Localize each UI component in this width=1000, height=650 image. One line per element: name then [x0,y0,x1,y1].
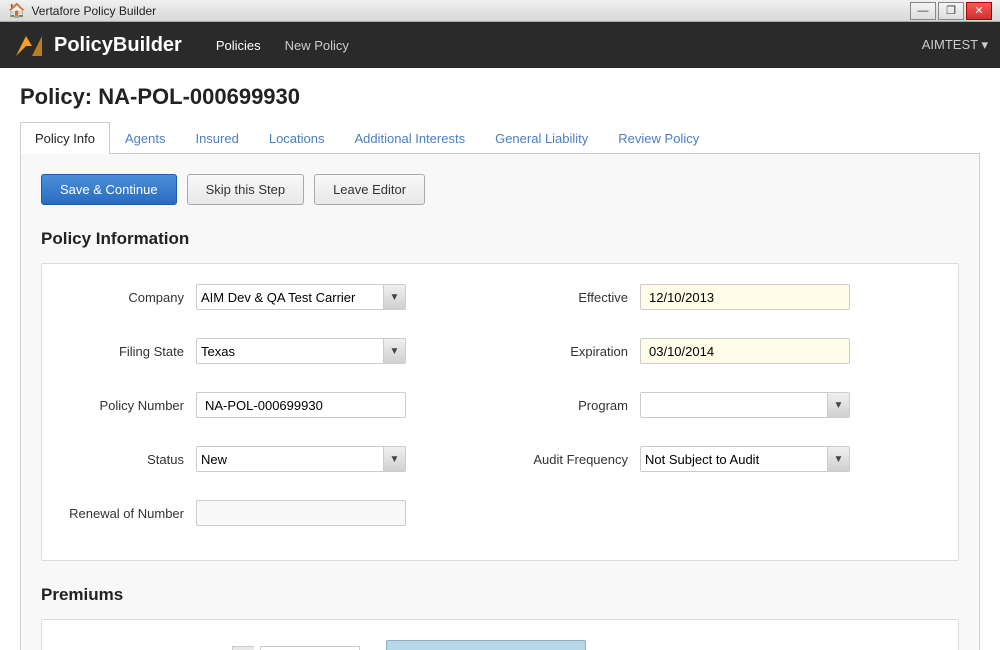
tab-agents[interactable]: Agents [110,122,180,154]
policy-information-card: Company AIM Dev & QA Test Carrier ▼ Fili… [41,263,959,561]
effective-input[interactable] [640,284,850,310]
tab-content: Save & Continue Skip this Step Leave Edi… [20,154,980,650]
action-row: Save & Continue Skip this Step Leave Edi… [41,174,959,205]
minimize-button[interactable]: — [910,2,936,20]
title-bar: 🏠 Vertafore Policy Builder — ❐ ✕ [0,0,1000,22]
audit-frequency-row: Audit Frequency Not Subject to Audit ▼ [510,446,934,472]
restore-button[interactable]: ❐ [938,2,964,20]
premiums-section: Premiums General Liability Premium $ Lin… [41,585,959,650]
filing-state-dropdown[interactable]: Texas ▼ [196,338,406,364]
user-menu[interactable]: AIMTEST ▾ [922,37,988,53]
program-row: Program ▼ [510,392,934,418]
company-dropdown-arrow[interactable]: ▼ [383,285,405,309]
leave-editor-button[interactable]: Leave Editor [314,174,425,205]
status-dropdown-arrow[interactable]: ▼ [383,447,405,471]
company-row: Company AIM Dev & QA Test Carrier ▼ [66,284,490,310]
renewal-number-input[interactable] [196,500,406,526]
general-liability-premium-input[interactable] [260,646,360,650]
tab-insured[interactable]: Insured [180,122,253,154]
page-title: Policy: NA-POL-000699930 [20,84,980,110]
app-icon: 🏠 [8,2,25,19]
form-columns: Company AIM Dev & QA Test Carrier ▼ Fili… [66,284,934,540]
audit-frequency-label: Audit Frequency [510,452,640,467]
save-continue-button[interactable]: Save & Continue [41,174,177,205]
status-label: Status [66,452,196,467]
policy-number-row: Policy Number [66,392,490,418]
status-row: Status New ▼ [66,446,490,472]
renewal-row: Renewal of Number [66,500,490,526]
program-dropdown[interactable]: ▼ [640,392,850,418]
filing-state-label: Filing State [66,344,196,359]
form-col-left: Company AIM Dev & QA Test Carrier ▼ Fili… [66,284,490,540]
renewal-label: Renewal of Number [66,506,196,521]
window-title: Vertafore Policy Builder [31,4,904,18]
expiration-label: Expiration [510,344,640,359]
program-label: Program [510,398,640,413]
tab-policy-info[interactable]: Policy Info [20,122,110,154]
policy-information-section: Policy Information Company AIM Dev & QA … [41,229,959,561]
audit-frequency-select[interactable]: Not Subject to Audit [641,447,827,471]
tab-general-liability[interactable]: General Liability [480,122,603,154]
effective-label: Effective [510,290,640,305]
logo-icon [12,28,46,62]
policy-number-label: Policy Number [66,398,196,413]
company-label: Company [66,290,196,305]
tab-locations[interactable]: Locations [254,122,340,154]
close-button[interactable]: ✕ [966,2,992,20]
logo-text: PolicyBuilder [54,34,182,57]
policy-number-input[interactable] [196,392,406,418]
currency-symbol: $ [232,646,254,650]
nav-area: Policies New Policy [206,34,359,57]
nav-policies[interactable]: Policies [206,34,271,57]
logo-area: PolicyBuilder [12,28,182,62]
policy-information-title: Policy Information [41,229,959,249]
program-dropdown-arrow[interactable]: ▼ [827,393,849,417]
company-select[interactable]: AIM Dev & QA Test Carrier [197,285,383,309]
status-select[interactable]: New [197,447,383,471]
app-header: PolicyBuilder Policies New Policy AIMTES… [0,22,1000,68]
filing-state-row: Filing State Texas ▼ [66,338,490,364]
company-dropdown[interactable]: AIM Dev & QA Test Carrier ▼ [196,284,406,310]
window-controls: — ❐ ✕ [910,2,992,20]
filing-state-select[interactable]: Texas [197,339,383,363]
premium-row: General Liability Premium $ Lines of Bus… [66,640,934,650]
skip-step-button[interactable]: Skip this Step [187,174,305,205]
premiums-title: Premiums [41,585,959,605]
expiration-input[interactable] [640,338,850,364]
expiration-row: Expiration [510,338,934,364]
premiums-card: General Liability Premium $ Lines of Bus… [41,619,959,650]
main-content: Policy: NA-POL-000699930 Policy Info Age… [0,68,1000,650]
audit-frequency-dropdown-arrow[interactable]: ▼ [827,447,849,471]
tabs: Policy Info Agents Insured Locations Add… [20,122,980,154]
tab-review-policy[interactable]: Review Policy [603,122,714,154]
form-col-right: Effective Expiration Program [510,284,934,540]
program-select[interactable] [641,393,827,417]
status-dropdown[interactable]: New ▼ [196,446,406,472]
lines-of-business-button[interactable]: Lines of Business [386,640,586,650]
audit-frequency-dropdown[interactable]: Not Subject to Audit ▼ [640,446,850,472]
tab-additional-interests[interactable]: Additional Interests [340,122,481,154]
nav-new-policy[interactable]: New Policy [275,34,359,57]
effective-row: Effective [510,284,934,310]
filing-state-dropdown-arrow[interactable]: ▼ [383,339,405,363]
